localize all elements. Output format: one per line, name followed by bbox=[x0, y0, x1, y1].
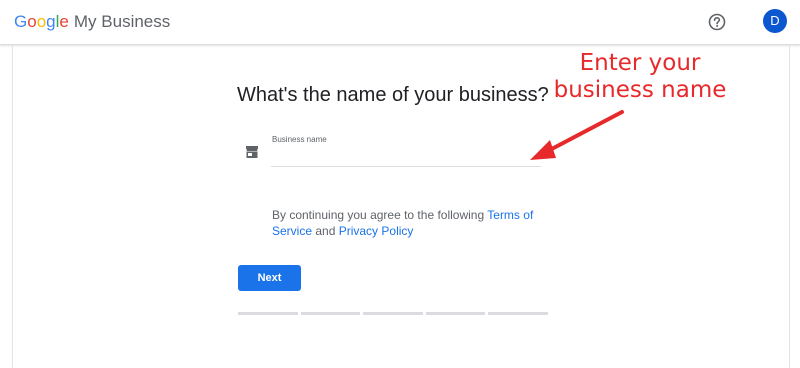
callout-annotation: Enter your business name bbox=[545, 50, 735, 104]
logo-letter: o bbox=[36, 12, 47, 31]
logo-letter: G bbox=[14, 12, 28, 31]
next-button[interactable]: Next bbox=[238, 265, 301, 291]
logo-letter: g bbox=[46, 12, 56, 31]
help-button[interactable] bbox=[707, 12, 727, 32]
account-avatar[interactable]: D bbox=[763, 9, 787, 33]
consent-prefix: By continuing you agree to the following bbox=[272, 208, 488, 222]
business-name-input[interactable] bbox=[271, 146, 541, 167]
left-divider bbox=[12, 45, 13, 368]
step-progress-bar bbox=[238, 312, 548, 315]
progress-step bbox=[238, 312, 298, 315]
store-icon bbox=[246, 146, 258, 158]
right-divider bbox=[789, 45, 790, 368]
consent-middle: and bbox=[312, 224, 339, 238]
consent-text: By continuing you agree to the following… bbox=[272, 207, 542, 239]
logo-letter: e bbox=[59, 12, 69, 31]
business-name-label: Business name bbox=[272, 135, 327, 144]
product-name: My Business bbox=[73, 12, 171, 31]
help-circle-icon bbox=[708, 13, 726, 31]
progress-step bbox=[363, 312, 423, 315]
top-app-bar: Google My Business D bbox=[0, 0, 800, 45]
callout-line-1: Enter your bbox=[579, 50, 701, 76]
logo-letter: o bbox=[27, 12, 37, 31]
red-arrow-icon bbox=[530, 110, 624, 160]
page-heading: What's the name of your business? bbox=[237, 84, 549, 106]
progress-step bbox=[488, 312, 548, 315]
progress-step bbox=[425, 312, 486, 315]
progress-step bbox=[300, 312, 361, 315]
google-my-business-logo[interactable]: Google My Business bbox=[14, 11, 170, 33]
privacy-policy-link[interactable]: Privacy Policy bbox=[339, 224, 414, 238]
